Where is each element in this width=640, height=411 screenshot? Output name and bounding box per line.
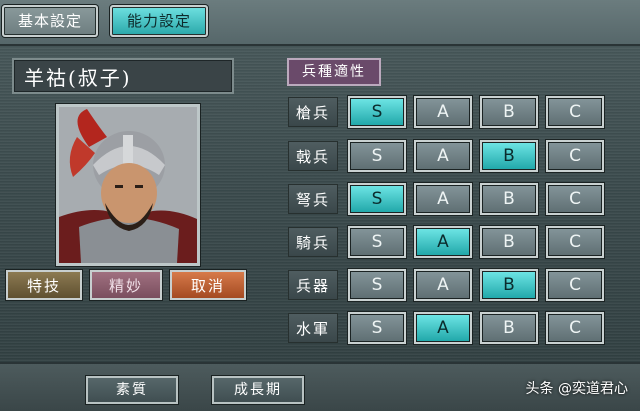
grade-button-c[interactable]: C xyxy=(546,96,604,128)
unit-label: 槍兵 xyxy=(288,97,338,127)
grade-button-b[interactable]: B xyxy=(480,140,538,172)
tokugi-button[interactable]: 特技 xyxy=(6,270,82,300)
unit-label: 弩兵 xyxy=(288,184,338,214)
grade-button-c[interactable]: C xyxy=(546,312,604,344)
portrait-image xyxy=(59,107,197,263)
tab-ability-settings[interactable]: 能力設定 xyxy=(110,5,208,37)
grade-button-b[interactable]: B xyxy=(480,96,538,128)
grade-button-b[interactable]: B xyxy=(480,226,538,258)
unit-label: 水軍 xyxy=(288,313,338,343)
top-bar: 基本設定 能力設定 xyxy=(0,0,640,46)
grade-button-s[interactable]: S xyxy=(348,96,406,128)
tab-basic-settings[interactable]: 基本設定 xyxy=(2,5,98,37)
grade-button-b[interactable]: B xyxy=(480,312,538,344)
cancel-button[interactable]: 取消 xyxy=(170,270,246,300)
grade-button-b[interactable]: B xyxy=(480,269,538,301)
grade-button-c[interactable]: C xyxy=(546,269,604,301)
watermark: 头条 @奕道君心 xyxy=(525,381,628,397)
grade-button-b[interactable]: B xyxy=(480,183,538,215)
grade-button-c[interactable]: C xyxy=(546,183,604,215)
unit-label: 兵器 xyxy=(288,270,338,300)
grade-button-c[interactable]: C xyxy=(546,226,604,258)
unit-label: 騎兵 xyxy=(288,227,338,257)
growth-period-button[interactable]: 成長期 xyxy=(212,376,304,404)
grade-button-s[interactable]: S xyxy=(348,140,406,172)
grade-button-s[interactable]: S xyxy=(348,269,406,301)
unit-label: 戟兵 xyxy=(288,141,338,171)
grade-button-a[interactable]: A xyxy=(414,140,472,172)
grade-button-s[interactable]: S xyxy=(348,183,406,215)
grade-button-a[interactable]: A xyxy=(414,312,472,344)
grade-button-s[interactable]: S xyxy=(348,312,406,344)
character-portrait xyxy=(56,104,200,266)
character-name: 羊祜(叔子) xyxy=(12,58,234,94)
tokugi-value: 精妙 xyxy=(90,270,162,300)
grade-button-a[interactable]: A xyxy=(414,269,472,301)
soshitsu-button[interactable]: 素質 xyxy=(86,376,178,404)
grade-button-a[interactable]: A xyxy=(414,226,472,258)
grade-button-s[interactable]: S xyxy=(348,226,406,258)
grade-button-c[interactable]: C xyxy=(546,140,604,172)
unit-aptitude-header: 兵種適性 xyxy=(287,58,381,86)
grade-button-a[interactable]: A xyxy=(414,96,472,128)
grade-button-a[interactable]: A xyxy=(414,183,472,215)
